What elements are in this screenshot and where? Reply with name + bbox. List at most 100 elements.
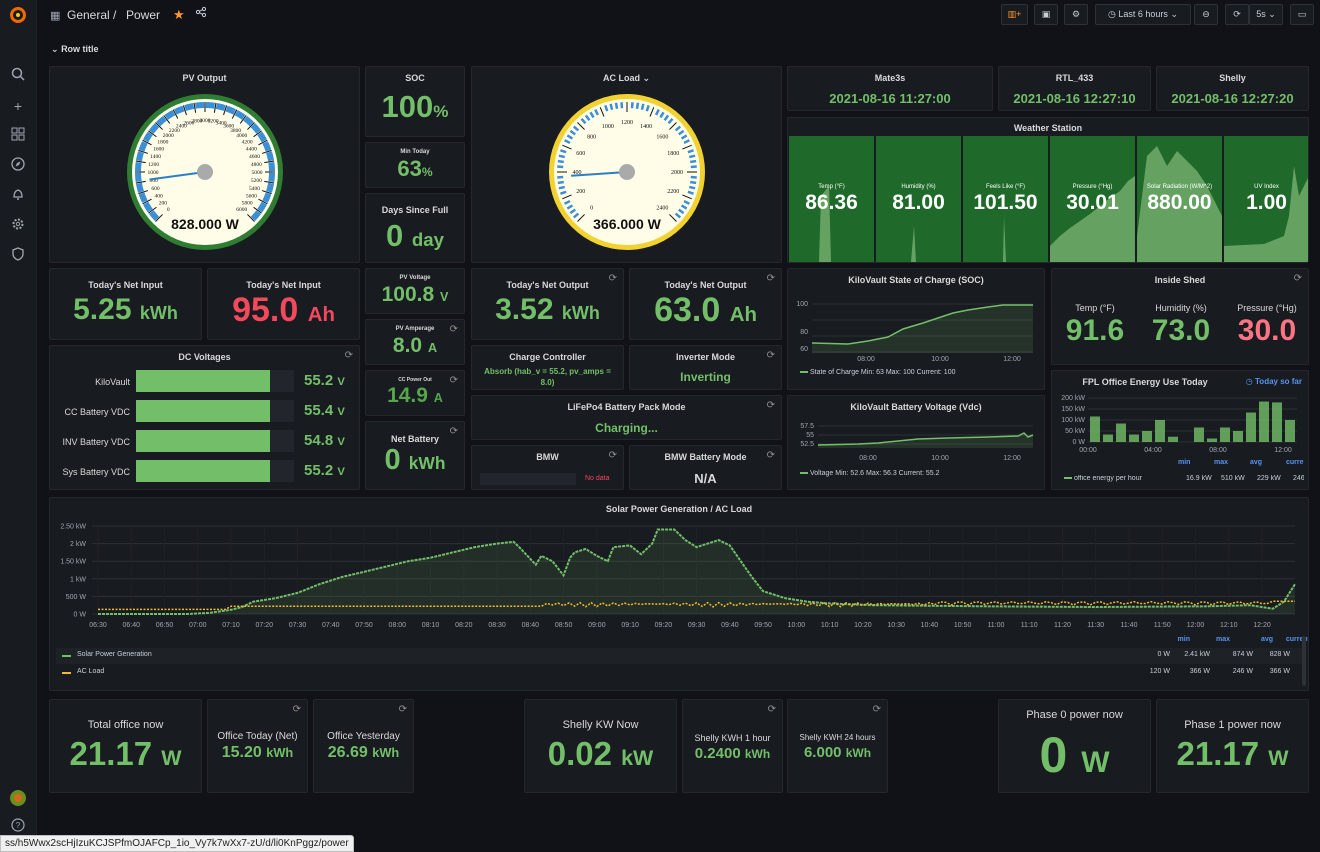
- shelly-kwh-1h-panel[interactable]: ⟳ Shelly KWH 1 hour 0.2400 kWh: [682, 699, 783, 793]
- net-input-ah-panel[interactable]: Today's Net Input 95.0 Ah: [207, 268, 360, 340]
- refresh-interval-picker[interactable]: 5s ⌄: [1249, 4, 1283, 25]
- min-today-panel[interactable]: Min Today 63%: [365, 142, 465, 188]
- lifepo4-mode-panel[interactable]: ⟳ LiFePo4 Battery Pack Mode Charging...: [471, 395, 782, 440]
- gauge-tick-label: 600: [151, 186, 160, 192]
- bar-gauge-row[interactable]: CC Battery VDC 55.4 V: [50, 400, 359, 424]
- star-icon[interactable]: ★: [173, 7, 185, 23]
- net-output-ah-panel[interactable]: ⟳ Today's Net Output 63.0 Ah: [629, 268, 782, 340]
- alerting-bell-icon[interactable]: [9, 187, 27, 205]
- configuration-gear-icon[interactable]: [9, 217, 27, 235]
- cc-power-out-panel[interactable]: ⟳ CC Power Out 14.9 A: [365, 370, 465, 416]
- dc-voltages-panel[interactable]: ⟳ DC Voltages KiloVault 55.2 V CC Battery …: [49, 345, 360, 490]
- weather-cell[interactable]: Solar Radiation (W/M^2) 880.00: [1137, 136, 1222, 262]
- stat-value: 6.000 kWh: [788, 744, 887, 761]
- gauge-tick-label: 5000: [252, 170, 263, 176]
- net-input-kwh-panel[interactable]: Today's Net Input 5.25 kWh: [49, 268, 202, 340]
- pv-output-panel[interactable]: PV Output 0 200 400 600 800 1000 1200 1400 1600 1…: [49, 66, 360, 263]
- pv-voltage-panel[interactable]: PV Voltage 100.8 V: [365, 268, 465, 314]
- dashboards-grid-icon[interactable]: ▦: [50, 9, 60, 22]
- panel-title: PV Amperage: [395, 326, 435, 332]
- x-tick: 08:00: [859, 455, 877, 462]
- stat-value: 21.17 W: [50, 735, 201, 773]
- weather-station-panel[interactable]: Weather Station Temp (°F) 86.36 Humidity (…: [787, 117, 1309, 263]
- legend-series-row[interactable]: AC Load 120 W 366 W 246 W 366 W: [56, 665, 1302, 681]
- weather-cell[interactable]: Feels Like (°F) 101.50: [963, 136, 1048, 262]
- days-since-full-panel[interactable]: Days Since Full 0 day: [365, 193, 465, 263]
- search-icon[interactable]: [9, 67, 27, 85]
- row-title[interactable]: ⌄ Row title: [51, 44, 99, 55]
- mate3s-panel[interactable]: Mate3s 2021-08-16 11:27:00: [787, 66, 993, 111]
- office-today-panel[interactable]: ⟳ Office Today (Net) 15.20 kWh: [207, 699, 308, 793]
- dashboard-settings-button[interactable]: ⚙: [1064, 4, 1088, 25]
- legend-header[interactable]: curre: [1286, 459, 1304, 466]
- gauge-tick-label: 1200: [621, 120, 633, 126]
- bar-gauge-row[interactable]: INV Battery VDC 54.8 V: [50, 430, 359, 454]
- dashboard-title[interactable]: Power: [126, 8, 160, 22]
- dashboards-icon[interactable]: [9, 127, 27, 145]
- add-panel-button[interactable]: ▥+: [1001, 4, 1028, 25]
- weather-cell[interactable]: Temp (°F) 86.36: [789, 136, 874, 262]
- shelly-panel[interactable]: Shelly 2021-08-16 12:27:20: [1156, 66, 1309, 111]
- legend-header[interactable]: min: [1178, 459, 1190, 466]
- grafana-logo-icon[interactable]: [9, 6, 27, 24]
- bmw-battery-mode-panel[interactable]: ⟳ BMW Battery Mode N/A: [629, 445, 782, 490]
- help-icon[interactable]: ?: [9, 818, 27, 836]
- save-dashboard-button[interactable]: ▣: [1034, 4, 1058, 25]
- plus-icon[interactable]: +: [9, 97, 27, 115]
- explore-compass-icon[interactable]: [9, 157, 27, 175]
- weather-cell[interactable]: Pressure (°Hg) 30.01: [1050, 136, 1135, 262]
- refresh-icon[interactable]: ⟳: [873, 704, 881, 715]
- refresh-icon[interactable]: ⟳: [293, 704, 301, 715]
- zoom-out-button[interactable]: ⊖: [1194, 4, 1218, 25]
- share-icon[interactable]: [195, 6, 207, 21]
- soc-chart-panel[interactable]: KiloVault State of Charge (SOC) 100 80 6…: [787, 268, 1045, 390]
- net-battery-panel[interactable]: ⟳ Net Battery 0 kWh: [365, 421, 465, 490]
- chart-legend[interactable]: Voltage Min: 52.6 Max: 56.3 Current: 55.…: [800, 470, 940, 477]
- office-yesterday-panel[interactable]: ⟳ Office Yesterday 26.69 kWh: [313, 699, 414, 793]
- weather-cell[interactable]: Humidity (%) 81.00: [876, 136, 961, 262]
- total-office-panel[interactable]: Total office now 21.17 W: [49, 699, 202, 793]
- refresh-icon[interactable]: ⟳: [768, 704, 776, 715]
- legend-header[interactable]: avg: [1250, 459, 1262, 466]
- refresh-icon[interactable]: ⟳: [399, 704, 407, 715]
- breadcrumb-folder[interactable]: General: [67, 8, 110, 22]
- refresh-button[interactable]: ⟳: [1225, 4, 1249, 25]
- chart-legend[interactable]: State of Charge Min: 63 Max: 100 Current…: [800, 369, 955, 376]
- legend-header[interactable]: avg: [1233, 636, 1273, 643]
- phase1-panel[interactable]: Phase 1 power now 21.17 W: [1156, 699, 1309, 793]
- legend-header[interactable]: max: [1190, 636, 1230, 643]
- rtl433-panel[interactable]: RTL_433 2021-08-16 12:27:10: [998, 66, 1151, 111]
- x-tick: 10:10: [821, 622, 839, 629]
- bar-unit: V: [337, 466, 345, 478]
- charge-controller-panel[interactable]: Charge Controller Absorb (hab_v = 55.2, …: [471, 345, 624, 390]
- tv-mode-button[interactable]: ▭: [1290, 4, 1314, 25]
- user-avatar-icon[interactable]: [9, 789, 27, 807]
- legend-scrollbar[interactable]: [1302, 636, 1306, 686]
- solar-power-chart-panel[interactable]: Solar Power Generation / AC Load 2.50 kW…: [49, 497, 1309, 691]
- bmw-panel[interactable]: ⟳ BMW No data: [471, 445, 624, 490]
- inverter-mode-panel[interactable]: ⟳ Inverter Mode Inverting: [629, 345, 782, 390]
- bar-gauge-row[interactable]: KiloVault 55.2 V: [50, 370, 359, 394]
- server-admin-shield-icon[interactable]: [9, 247, 27, 265]
- time-picker-button[interactable]: ◷ Last 6 hours ⌄: [1095, 4, 1191, 25]
- fpl-energy-panel[interactable]: FPL Office Energy Use Today ◷ Today so f…: [1051, 370, 1309, 490]
- chart-legend[interactable]: office energy per hour 16.9 kW 510 kW 22…: [1064, 475, 1304, 483]
- net-output-kwh-panel[interactable]: ⟳ Today's Net Output 3.52 kWh: [471, 268, 624, 340]
- weather-cell[interactable]: UV Index 1.00: [1224, 136, 1308, 262]
- ac-load-panel[interactable]: AC Load ⌄ 0 200 400 600 800 1000 1200 1400 1600 1…: [471, 66, 782, 263]
- refresh-interval-label: 5s: [1256, 9, 1266, 19]
- soc-panel[interactable]: SOC 100%: [365, 66, 465, 137]
- legend-series-row[interactable]: Solar Power Generation 0 W 2.41 kW 874 W 828…: [56, 648, 1302, 664]
- shelly-kwh-24h-panel[interactable]: ⟳ Shelly KWH 24 hours 6.000 kWh: [787, 699, 888, 793]
- pv-amperage-panel[interactable]: ⟳ PV Amperage 8.0 A: [365, 319, 465, 365]
- legend-header[interactable]: min: [1150, 636, 1190, 643]
- shelly-kw-panel[interactable]: Shelly KW Now 0.02 kW: [524, 699, 677, 793]
- bar-gauge-row[interactable]: Sys Battery VDC 55.2 V: [50, 460, 359, 484]
- inside-shed-panel[interactable]: ⟳ Inside Shed Temp (°F) 91.6 Humidity (%) 7…: [1051, 268, 1309, 365]
- stat-number: 100: [381, 89, 434, 124]
- fpl-bar: [1220, 427, 1230, 442]
- phase0-panel[interactable]: Phase 0 power now 0 W: [998, 699, 1151, 793]
- time-override-info[interactable]: ◷ Today so far: [1246, 377, 1302, 386]
- battery-voltage-chart-panel[interactable]: KiloVault Battery Voltage (Vdc) 57.5 55 …: [787, 395, 1045, 490]
- legend-header[interactable]: max: [1214, 459, 1228, 466]
